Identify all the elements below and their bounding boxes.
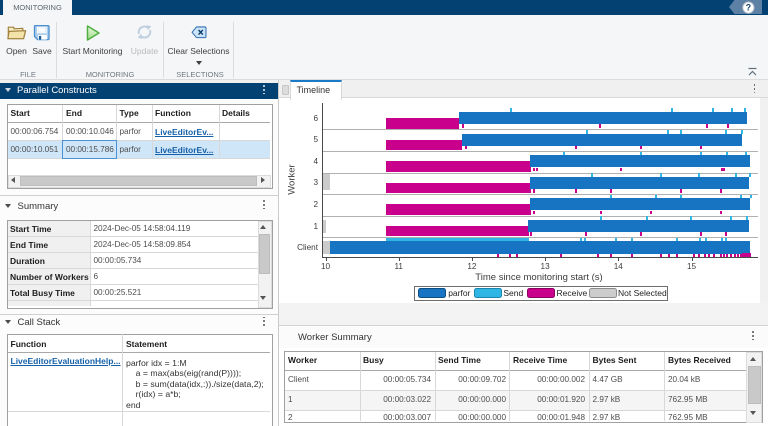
svg-text:?: ? [746, 3, 752, 13]
